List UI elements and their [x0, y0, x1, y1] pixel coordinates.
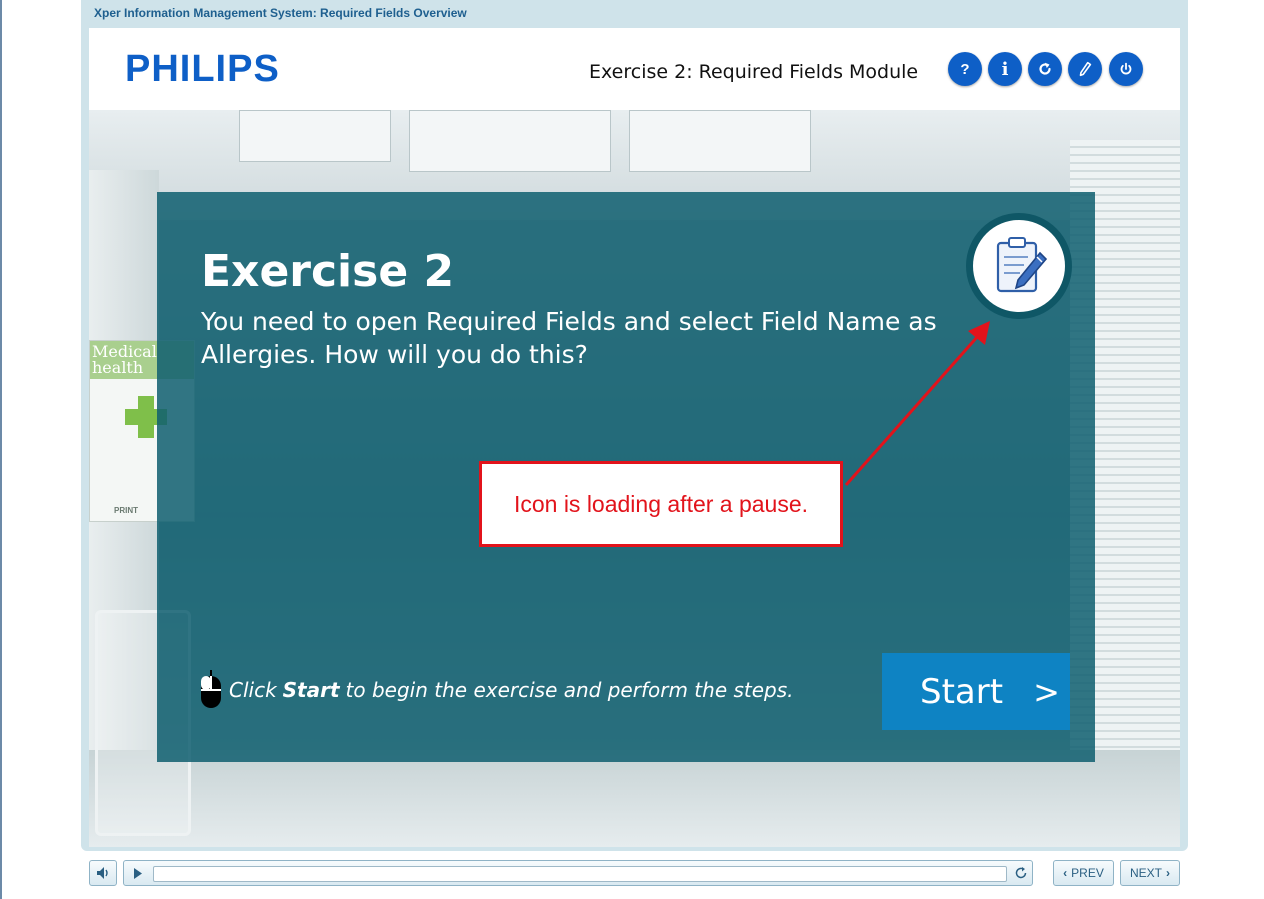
playbar: ‹ PREV NEXT ›: [89, 858, 1180, 888]
replay-button[interactable]: [1028, 52, 1062, 86]
info-icon: i: [1001, 58, 1009, 80]
rewind-icon[interactable]: [1014, 866, 1028, 880]
start-label: Start: [920, 671, 1004, 712]
course-header: PHILIPS Exercise 2: Required Fields Modu…: [89, 28, 1180, 110]
annotation-callout: Icon is loading after a pause.: [479, 461, 843, 547]
progress-bar[interactable]: [123, 860, 1033, 886]
start-instruction: Click Start to begin the exercise and pe…: [199, 670, 794, 710]
clipboard-pencil-icon: [996, 237, 1048, 293]
exercise-icon-inner: [973, 220, 1065, 312]
instruction-prefix: Click: [229, 678, 277, 702]
help-button[interactable]: ?: [948, 52, 982, 86]
exercise-title: Exercise 2: [201, 246, 455, 297]
info-button[interactable]: i: [988, 52, 1022, 86]
refresh-icon: [1039, 62, 1051, 75]
prev-button[interactable]: ‹ PREV: [1053, 860, 1114, 886]
next-button[interactable]: NEXT ›: [1120, 860, 1180, 886]
prev-label: PREV: [1071, 866, 1104, 880]
exit-button[interactable]: [1109, 52, 1143, 86]
speaker-icon: [97, 867, 108, 879]
chevron-right-icon: >: [1033, 672, 1060, 711]
ceiling-panel: [239, 110, 391, 162]
progress-track[interactable]: [153, 866, 1007, 882]
instruction-bold: Start: [282, 678, 340, 702]
exercise-description: You need to open Required Fields and sel…: [201, 307, 937, 369]
play-icon[interactable]: [133, 868, 143, 879]
exercise-icon-badge: [966, 213, 1072, 319]
help-icon: ?: [960, 60, 970, 78]
ceiling-panel: [629, 110, 811, 172]
poster-print-label: PRINT: [114, 506, 138, 515]
chevron-left-icon: ‹: [1063, 866, 1068, 880]
power-icon: [1120, 62, 1132, 75]
chevron-right-small-icon: ›: [1166, 866, 1170, 880]
pen-icon: [1079, 61, 1092, 77]
mute-button[interactable]: [89, 860, 117, 886]
mouse-icon: [201, 670, 221, 708]
instruction-suffix: to begin the exercise and perform the st…: [345, 678, 794, 702]
ceiling-panel: [409, 110, 611, 172]
next-label: NEXT: [1129, 866, 1162, 880]
floor: [89, 750, 1180, 847]
module-title: Exercise 2: Required Fields Module: [589, 61, 919, 83]
window-edge: [0, 0, 2, 899]
glossary-button[interactable]: [1068, 52, 1102, 86]
annotation-text: Icon is loading after a pause.: [513, 490, 809, 517]
start-button[interactable]: Start >: [882, 653, 1070, 730]
window-title: Xper Information Management System: Requ…: [94, 6, 467, 20]
philips-logo: PHILIPS: [125, 48, 280, 90]
